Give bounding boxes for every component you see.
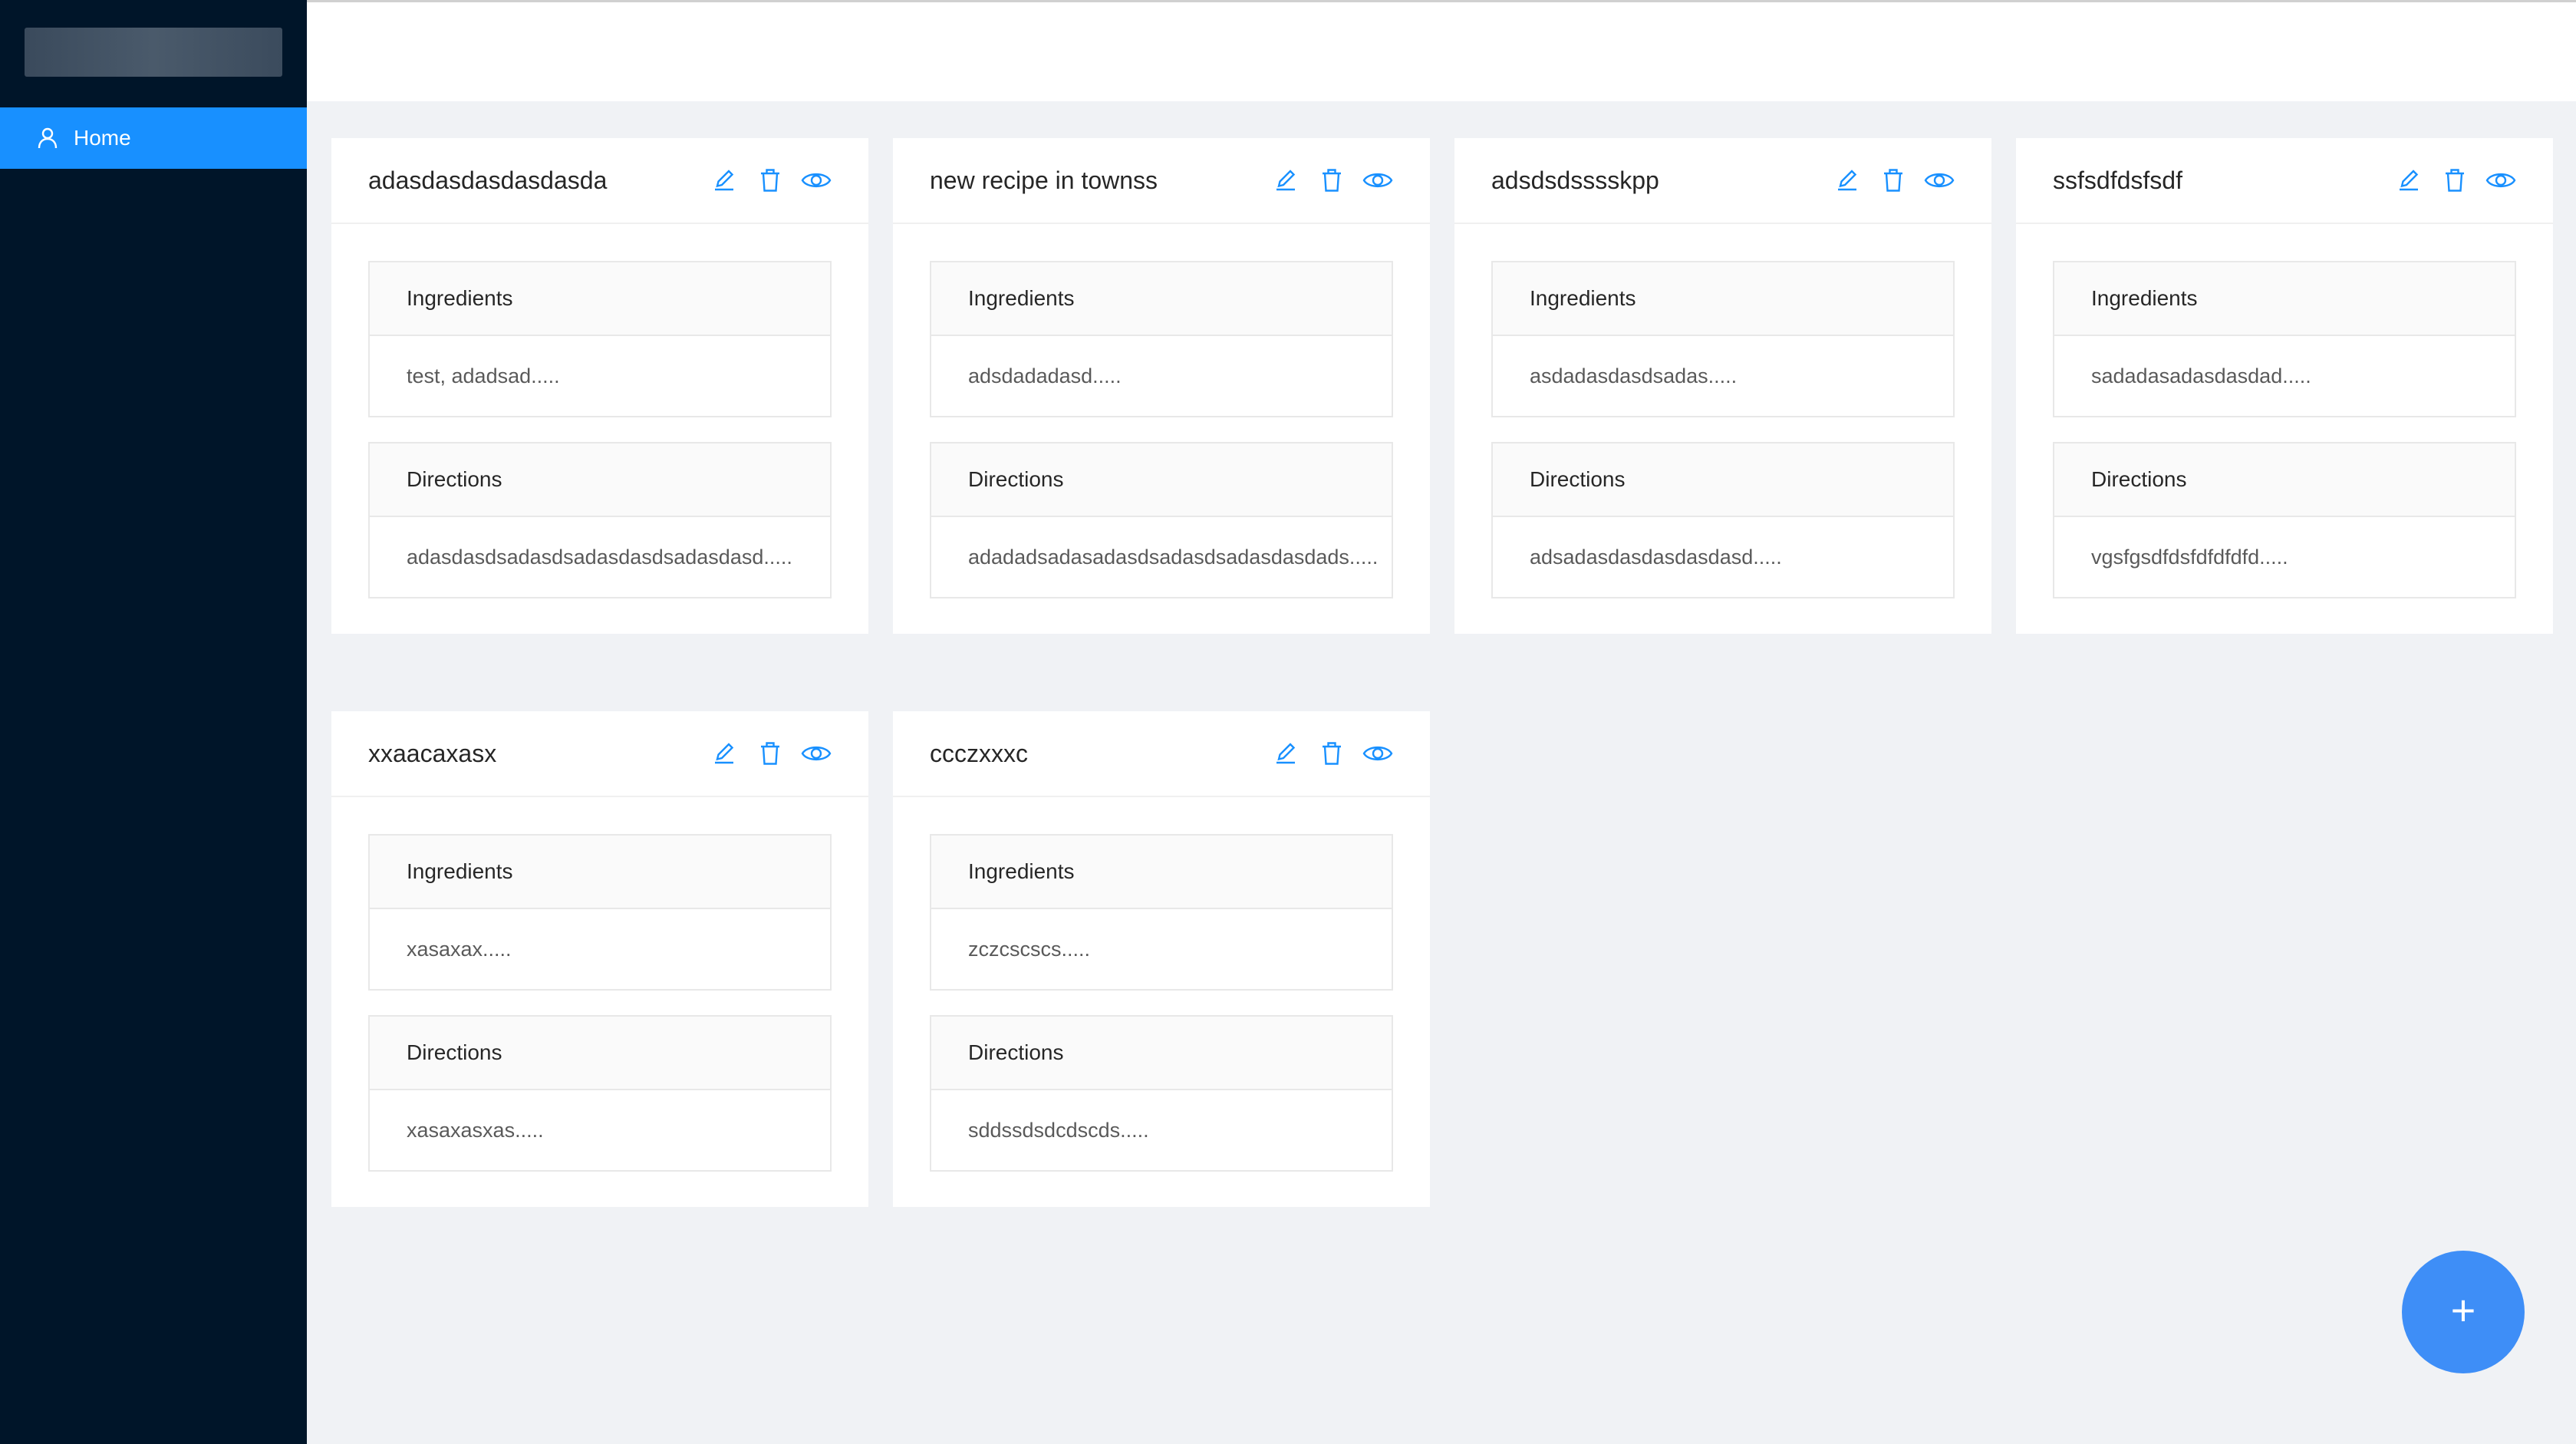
edit-icon[interactable] [709, 738, 740, 769]
directions-text: vgsfgsdfdsfdfdfdfd..... [2091, 545, 2288, 569]
recipe-title: ccczxxxc [930, 739, 1028, 767]
ingredients-label: Ingredients [931, 262, 1392, 336]
ingredients-text: asdadasdasdsadas..... [1530, 364, 1738, 387]
directions-label: Directions [370, 1017, 830, 1090]
directions-section: Directions vgsfgsdfdsfdfdfdfd..... [2053, 442, 2516, 598]
sidebar: Home [0, 0, 307, 1444]
ingredients-text: adsdadadasd..... [968, 364, 1122, 387]
view-icon[interactable] [801, 738, 832, 769]
directions-text: adsadasdasdasdasdasd..... [1530, 545, 1782, 569]
edit-icon[interactable] [709, 165, 740, 196]
view-icon[interactable] [1362, 165, 1393, 196]
directions-text: xasaxasxas..... [407, 1118, 544, 1142]
recipe-title: new recipe in townss [930, 166, 1158, 194]
ingredients-label: Ingredients [2054, 262, 2515, 336]
ingredients-label: Ingredients [370, 262, 830, 336]
directions-text: adadadsadasadasdsadasdsadasdasdads..... [968, 545, 1379, 569]
directions-section: Directions adadadsadasadasdsadasdsadasda… [930, 442, 1393, 598]
edit-icon[interactable] [1270, 165, 1301, 196]
delete-icon[interactable] [1316, 738, 1347, 769]
directions-label: Directions [2054, 443, 2515, 517]
directions-text: sddssdsdcdscds..... [968, 1118, 1149, 1142]
recipe-card: adsdsdsssskpp Ingredients asdadasdasdsad… [1454, 138, 1991, 634]
recipe-card: new recipe in townss Ingredients adsdada… [893, 138, 1430, 634]
edit-icon[interactable] [2393, 165, 2424, 196]
ingredients-label: Ingredients [1493, 262, 1953, 336]
directions-label: Directions [931, 1017, 1392, 1090]
view-icon[interactable] [801, 165, 832, 196]
recipe-title: adasdasdasdasdasda [368, 166, 608, 194]
directions-label: Directions [1493, 443, 1953, 517]
add-recipe-button[interactable]: + [2402, 1251, 2525, 1373]
recipe-card: xxaacaxasx Ingredients xasaxax..... Dire… [331, 711, 868, 1207]
recipe-title: xxaacaxasx [368, 739, 497, 767]
recipe-card: ssfsdfdsfsdf Ingredients sadadasadasdasd… [2016, 138, 2553, 634]
ingredients-text: zczcscscs..... [968, 937, 1091, 961]
view-icon[interactable] [1362, 738, 1393, 769]
delete-icon[interactable] [755, 738, 786, 769]
view-icon[interactable] [2485, 165, 2516, 196]
edit-icon[interactable] [1270, 738, 1301, 769]
directions-label: Directions [931, 443, 1392, 517]
delete-icon[interactable] [755, 165, 786, 196]
ingredients-label: Ingredients [370, 836, 830, 909]
recipe-title: adsdsdsssskpp [1491, 166, 1659, 194]
plus-icon: + [2450, 1286, 2476, 1334]
logo [25, 28, 282, 77]
header [307, 0, 2576, 101]
ingredients-text: sadadasadasdasdad..... [2091, 364, 2311, 387]
ingredients-section: Ingredients adsdadadasd..... [930, 261, 1393, 417]
directions-section: Directions adsadasdasdasdasdasd..... [1491, 442, 1955, 598]
delete-icon[interactable] [1316, 165, 1347, 196]
directions-text: adasdasdsadasdsadasdasdsadasdasd..... [407, 545, 792, 569]
directions-section: Directions xasaxasxas..... [368, 1015, 832, 1172]
ingredients-section: Ingredients xasaxax..... [368, 834, 832, 991]
ingredients-text: xasaxax..... [407, 937, 512, 961]
edit-icon[interactable] [1832, 165, 1863, 196]
recipe-title: ssfsdfdsfsdf [2053, 166, 2182, 194]
ingredients-section: Ingredients asdadasdasdsadas..... [1491, 261, 1955, 417]
recipe-card: adasdasdasdasdasda Ingredients test, ada… [331, 138, 868, 634]
ingredients-section: Ingredients zczcscscs..... [930, 834, 1393, 991]
directions-label: Directions [370, 443, 830, 517]
sidebar-item-home[interactable]: Home [0, 107, 307, 169]
delete-icon[interactable] [1878, 165, 1909, 196]
ingredients-label: Ingredients [931, 836, 1392, 909]
ingredients-section: Ingredients sadadasadasdasdad..... [2053, 261, 2516, 417]
directions-section: Directions adasdasdsadasdsadasdasdsadasd… [368, 442, 832, 598]
ingredients-text: test, adadsad..... [407, 364, 560, 387]
user-icon [37, 127, 58, 149]
recipe-card: ccczxxxc Ingredients zczcscscs..... Dire… [893, 711, 1430, 1207]
delete-icon[interactable] [2439, 165, 2470, 196]
directions-section: Directions sddssdsdcdscds..... [930, 1015, 1393, 1172]
sidebar-item-label: Home [74, 126, 131, 150]
ingredients-section: Ingredients test, adadsad..... [368, 261, 832, 417]
view-icon[interactable] [1924, 165, 1955, 196]
